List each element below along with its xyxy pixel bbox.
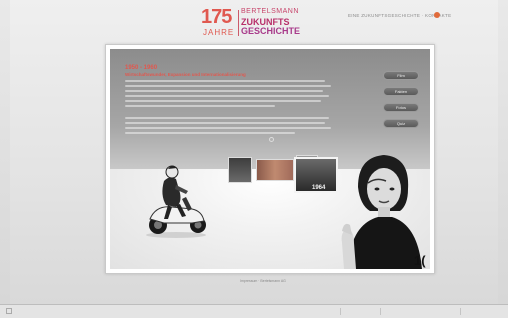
- status-divider: [380, 308, 381, 315]
- era-title: 1950 - 1960: [125, 65, 158, 71]
- logo-175[interactable]: 175: [201, 7, 232, 27]
- timeline-stage: 1950 - 1960 Wirtschaftswunder, Expansion…: [110, 49, 430, 269]
- status-divider: [340, 308, 341, 315]
- woman-portrait-image[interactable]: [338, 147, 424, 269]
- timeline-photo[interactable]: [256, 159, 294, 181]
- page-status-icon: [6, 308, 12, 314]
- nav-button-quiz[interactable]: Quiz: [383, 119, 419, 128]
- status-divider: [460, 308, 461, 315]
- nav-button-film[interactable]: Film: [383, 71, 419, 80]
- timeline-photo[interactable]: [228, 157, 252, 183]
- header-menu-dot-icon[interactable]: [434, 12, 440, 18]
- scroll-indicator-icon[interactable]: [269, 137, 274, 142]
- logo-brand: BERTELSMANN: [241, 8, 299, 15]
- logo-divider: [238, 10, 239, 36]
- photo-year-label: 1964: [312, 185, 326, 191]
- nav-button-fakten[interactable]: Fakten: [383, 87, 419, 96]
- intro-paragraph: [125, 80, 335, 110]
- browser-window: 175 JAHRE BERTELSMANN ZUKUNFTS GESCHICHT…: [0, 0, 508, 318]
- content-frame: 1950 - 1960 Wirtschaftswunder, Expansion…: [105, 44, 435, 274]
- footer-links[interactable]: Impressum · Bertelsmann AG: [240, 279, 286, 283]
- logo-jahre: JAHRE: [203, 28, 235, 37]
- nav-button-fotos[interactable]: Fotos: [383, 103, 419, 112]
- logo-line-geschichte: GESCHICHTE: [241, 26, 301, 36]
- detail-paragraph: [125, 117, 335, 137]
- scooter-rider-image[interactable]: [142, 161, 210, 239]
- browser-status-bar: [0, 304, 508, 318]
- page-viewport: 175 JAHRE BERTELSMANN ZUKUNFTS GESCHICHT…: [10, 0, 498, 304]
- era-subtitle: Wirtschaftswunder, Expansion und Interna…: [125, 72, 246, 77]
- corner-digit: 1(: [414, 253, 426, 268]
